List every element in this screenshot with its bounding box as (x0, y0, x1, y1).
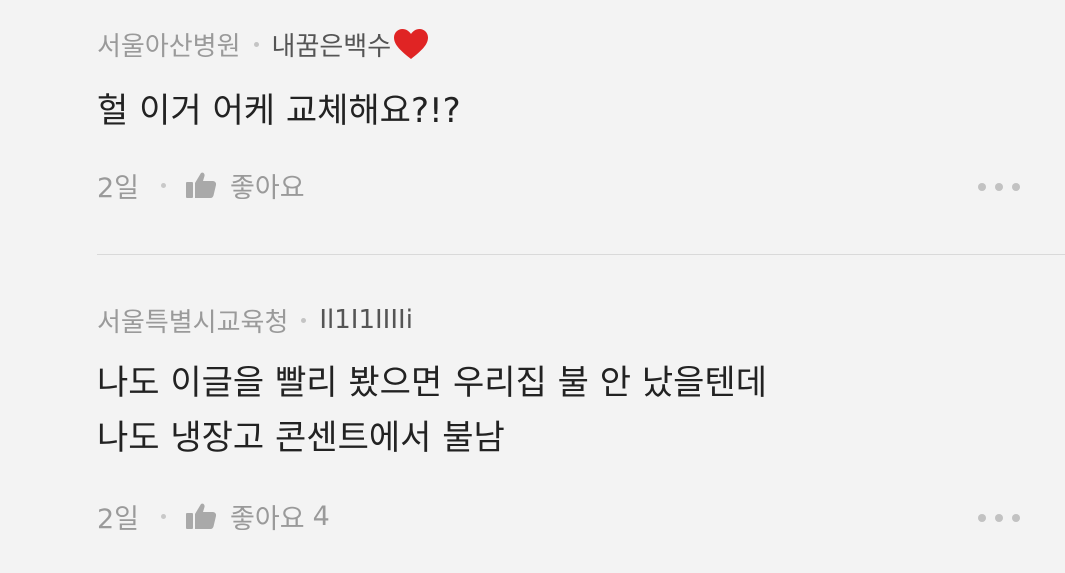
author-company: 서울아산병원 (97, 31, 241, 62)
comment-text-line: 나도 냉장고 콘센트에서 불남 (97, 418, 505, 458)
author-company: 서울특별시교육청 (97, 307, 289, 338)
like-button[interactable]: 좋아요 (186, 166, 305, 205)
heart-icon (394, 29, 429, 59)
more-options-button[interactable] (978, 177, 1020, 197)
more-options-button[interactable] (978, 508, 1020, 528)
like-button[interactable]: 좋아요 4 (186, 497, 330, 536)
author-nickname[interactable]: Il1I1IIIIi (319, 305, 413, 335)
comment-footer: 2일 좋아요 4 (97, 496, 1020, 536)
comment-footer: 2일 좋아요 (97, 165, 1020, 205)
separator-dot (253, 41, 259, 47)
more-dots-icon (978, 514, 986, 522)
thumbs-up-icon (186, 503, 217, 529)
comment-author-line: 서울특별시교육청 Il1I1IIIIi (97, 300, 1020, 340)
separator-dot (301, 317, 307, 323)
like-count: 4 (312, 500, 330, 532)
comment-body: 나도 이글을 빨리 봤으면 우리집 불 안 났을텐데 나도 냉장고 콘센트에서 … (97, 356, 1020, 466)
comment-item: 서울특별시교육청 Il1I1IIIIi 나도 이글을 빨리 봤으면 우리집 불 … (97, 300, 1020, 536)
comment-divider (97, 254, 1065, 255)
comment-item: 서울아산병원 내꿈은백수 헐 이거 어케 교체해요?!? 2일 좋아요 (97, 24, 1020, 205)
like-label: 좋아요 (230, 503, 305, 535)
comment-body: 헐 이거 어케 교체해요?!? (97, 84, 1020, 139)
comment-text-line: 헐 이거 어케 교체해요?!? (97, 91, 461, 131)
comment-text-line: 나도 이글을 빨리 봤으면 우리집 불 안 났을텐데 (97, 363, 767, 403)
separator-dot (161, 513, 167, 519)
comment-author-line: 서울아산병원 내꿈은백수 (97, 24, 1020, 64)
comment-time: 2일 (97, 172, 140, 204)
separator-dot (161, 182, 167, 188)
comment-time: 2일 (97, 503, 140, 535)
author-nickname[interactable]: 내꿈은백수 (272, 26, 392, 63)
author-nickname-wrap[interactable]: 내꿈은백수 (272, 26, 430, 63)
like-label: 좋아요 (230, 172, 305, 204)
more-dots-icon (978, 183, 986, 191)
thumbs-up-icon (186, 172, 217, 198)
